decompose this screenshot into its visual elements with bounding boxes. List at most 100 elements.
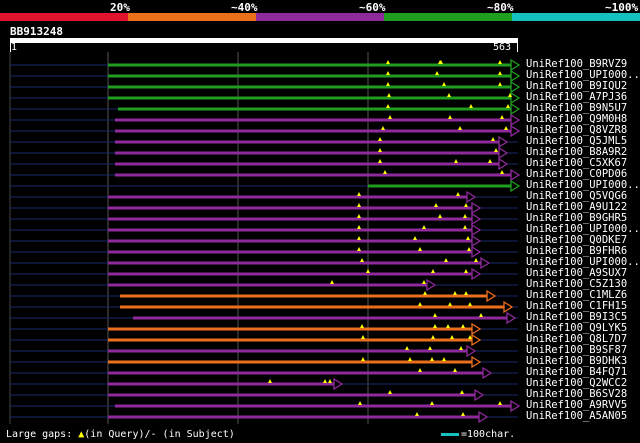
hit-arrow	[510, 113, 521, 127]
gap-marker	[357, 236, 361, 240]
gap-marker	[405, 346, 409, 350]
gap-marker	[360, 258, 364, 262]
hit-label[interactable]: UniRef100_A5AN05	[526, 411, 627, 422]
gap-marker	[468, 302, 472, 306]
hit-bar	[108, 63, 512, 67]
hit-arrow	[426, 278, 437, 292]
hit-bar	[108, 327, 473, 331]
gap-marker	[500, 170, 504, 174]
gap-marker	[386, 71, 390, 75]
footer-scale-text: =100char.	[461, 429, 516, 440]
hit-arrow	[506, 311, 517, 325]
hit-bar	[115, 129, 512, 133]
gap-marker	[378, 159, 382, 163]
gap-marker	[358, 401, 362, 405]
gap-marker	[446, 324, 450, 328]
hit-arrow	[480, 256, 491, 270]
legend-label: ~100%	[605, 1, 639, 14]
gap-marker	[504, 126, 508, 130]
footer-gaps-prefix: Large gaps:	[6, 429, 79, 440]
hit-bar	[108, 371, 484, 375]
hit-bar	[108, 85, 512, 89]
hit-bar	[133, 316, 508, 320]
gap-marker	[467, 247, 471, 251]
hit-bar	[108, 74, 512, 78]
gap-marker	[500, 115, 504, 119]
gap-marker	[378, 148, 382, 152]
hit-bar	[108, 261, 482, 265]
gap-marker	[447, 93, 451, 97]
gap-marker	[408, 357, 412, 361]
hit-bar	[108, 206, 473, 210]
hit-arrow	[510, 399, 521, 413]
gap-marker	[357, 192, 361, 196]
gap-marker	[430, 357, 434, 361]
gap-marker	[461, 324, 465, 328]
gap-marker	[498, 60, 502, 64]
hit-arrow	[510, 69, 521, 83]
gap-marker	[435, 71, 439, 75]
hit-arrow	[471, 322, 482, 336]
legend-segment	[128, 13, 256, 21]
gap-marker	[357, 247, 361, 251]
hit-bar	[108, 96, 512, 100]
gap-marker	[459, 346, 463, 350]
gap-marker	[491, 137, 495, 141]
hit-arrow	[466, 344, 477, 358]
hit-arrow	[510, 124, 521, 138]
hit-arrow	[478, 410, 489, 424]
legend-segment	[512, 13, 640, 21]
hit-bar	[108, 283, 428, 287]
legend-label: ~60%	[359, 1, 386, 14]
hit-bar	[115, 162, 500, 166]
hit-bar	[115, 404, 512, 408]
gap-marker	[431, 269, 435, 273]
hit-bar	[108, 382, 335, 386]
gap-marker	[458, 126, 462, 130]
gap-marker	[386, 82, 390, 86]
gap-marker	[428, 346, 432, 350]
gap-marker	[444, 258, 448, 262]
gap-marker	[469, 104, 473, 108]
gap-marker	[464, 203, 468, 207]
gap-marker	[466, 236, 470, 240]
gap-marker	[388, 390, 392, 394]
footer-scale-legend: =100char.	[441, 429, 515, 440]
hit-bar	[115, 118, 512, 122]
gap-marker	[434, 203, 438, 207]
gap-marker	[361, 335, 365, 339]
gap-marker	[323, 379, 327, 383]
gap-marker	[422, 225, 426, 229]
gap-marker	[357, 225, 361, 229]
hit-bar	[108, 349, 468, 353]
gap-marker	[494, 148, 498, 152]
hit-bar	[115, 173, 512, 177]
hit-arrow	[471, 201, 482, 215]
gap-marker	[479, 313, 483, 317]
gap-marker	[453, 368, 457, 372]
gap-marker	[366, 269, 370, 273]
gap-marker	[463, 225, 467, 229]
gap-marker	[464, 291, 468, 295]
hit-arrow	[471, 234, 482, 248]
gap-marker	[386, 60, 390, 64]
legend-segment	[0, 13, 128, 21]
gap-marker	[450, 335, 454, 339]
gap-marker	[328, 379, 332, 383]
hit-arrow	[503, 300, 514, 314]
gap-marker	[498, 82, 502, 86]
gap-marker	[463, 214, 467, 218]
gap-marker	[474, 258, 478, 262]
hit-bar	[115, 140, 500, 144]
gap-marker	[268, 379, 272, 383]
hit-arrow	[486, 289, 497, 303]
gap-marker	[498, 71, 502, 75]
gap-marker	[430, 401, 434, 405]
gap-marker	[360, 324, 364, 328]
hit-bar	[108, 228, 473, 232]
gap-marker	[454, 159, 458, 163]
hit-arrow	[498, 157, 509, 171]
hit-bar	[120, 294, 488, 298]
scale-bar-icon	[441, 432, 459, 436]
gap-marker	[431, 335, 435, 339]
